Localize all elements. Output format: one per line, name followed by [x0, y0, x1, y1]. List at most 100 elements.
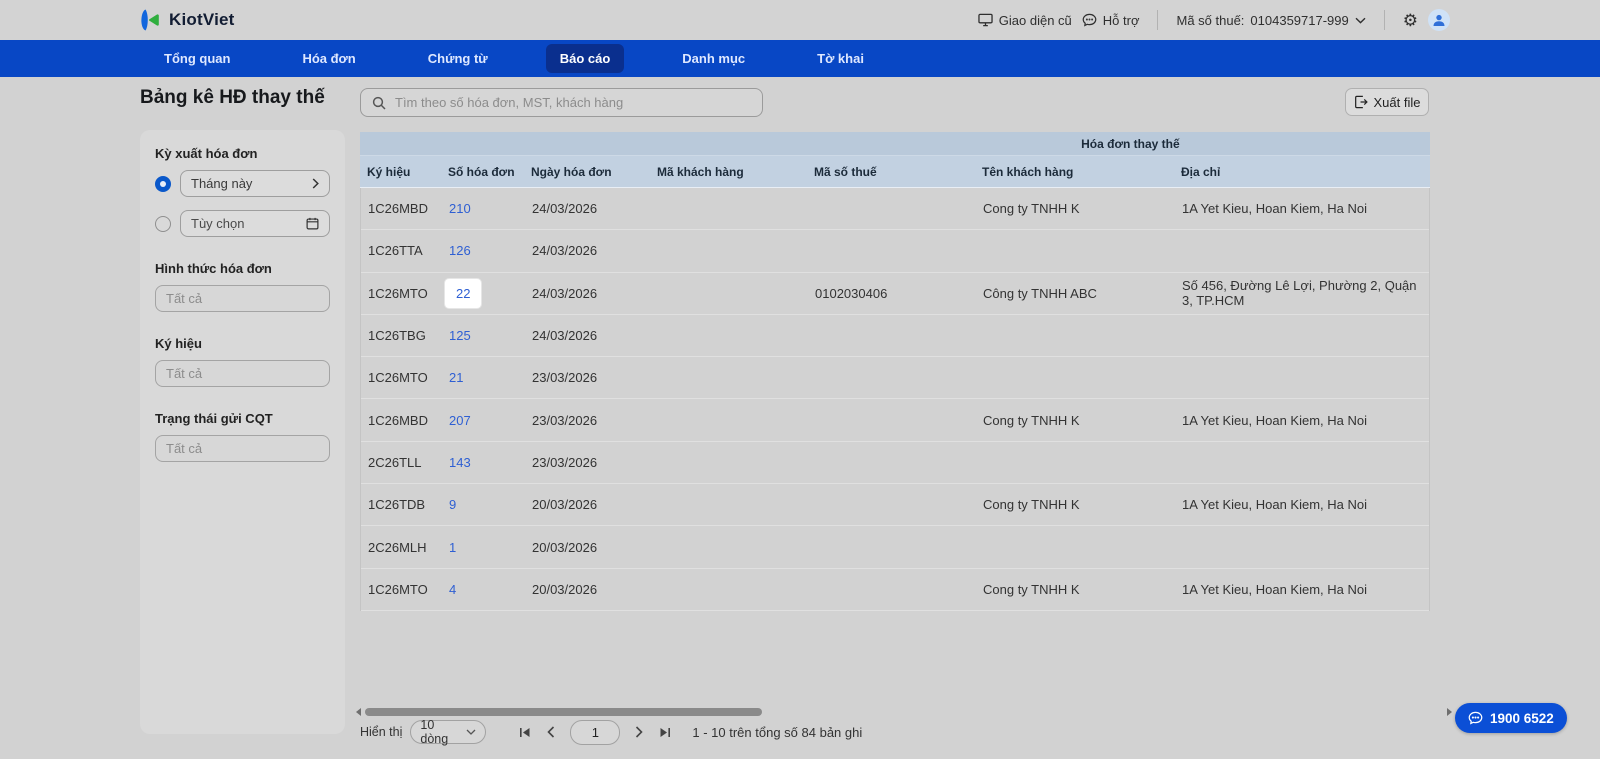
- tax-code-selector[interactable]: Mã số thuế: 0104359717-999: [1176, 13, 1366, 28]
- export-file-button[interactable]: Xuất file: [1345, 88, 1429, 116]
- period-select-this-month[interactable]: Tháng này: [180, 170, 330, 197]
- settings-gear-icon[interactable]: ⚙: [1403, 12, 1418, 29]
- table-row[interactable]: 1C26MBD 210 24/03/2026 Cong ty TNHH K 1A…: [361, 188, 1429, 231]
- search-input[interactable]: Tìm theo số hóa đơn, MST, khách hàng: [360, 88, 763, 117]
- invoice-number-link[interactable]: 125: [449, 328, 471, 343]
- table-row[interactable]: 1C26TTA 126 24/03/2026: [361, 230, 1429, 273]
- cell-dia-chi: [1175, 357, 1429, 398]
- cell-so-hoa-don: 9: [442, 484, 525, 525]
- last-page-button[interactable]: [652, 720, 678, 744]
- invoice-number-link[interactable]: 4: [449, 582, 456, 597]
- cell-ngay-hoa-don: 24/03/2026: [532, 328, 598, 344]
- table-column-headers: Ký hiệu Số hóa đơn Ngày hóa đơn Mã khách…: [360, 156, 1430, 188]
- invoice-number-link[interactable]: 1: [449, 540, 456, 555]
- scroll-right-arrow-icon[interactable]: [1447, 708, 1452, 716]
- cell-ma-so-thue: [808, 315, 976, 356]
- next-page-button[interactable]: [626, 720, 652, 744]
- nav-tab-danh-muc[interactable]: Danh mục: [668, 44, 759, 73]
- cell-ma-so-thue: [808, 526, 976, 567]
- table-row[interactable]: 1C26MBD 207 23/03/2026 Cong ty TNHH K 1A…: [361, 399, 1429, 442]
- cell-ma-so-thue: [808, 569, 976, 610]
- cell-ma-khach-hang: [651, 569, 808, 610]
- invoice-number-link[interactable]: 207: [449, 413, 471, 428]
- cell-ten-khach-hang: Cong ty TNHH K: [983, 412, 1080, 428]
- cell-so-hoa-don: 125: [442, 315, 525, 356]
- table-group-header: Hóa đơn thay thế: [360, 132, 1430, 156]
- nav-tab-to-khai[interactable]: Tờ khai: [803, 44, 878, 73]
- kiotviet-logo-icon: [136, 7, 162, 33]
- cell-ma-khach-hang: [651, 230, 808, 271]
- user-avatar[interactable]: [1428, 9, 1450, 31]
- group-header-label: Hóa đơn thay thế: [1081, 136, 1180, 151]
- cell-ngay-hoa-don: 24/03/2026: [532, 201, 598, 217]
- invoice-number-link[interactable]: 22: [456, 286, 470, 301]
- old-ui-link[interactable]: Giao diện cũ: [978, 13, 1072, 28]
- symbol-select[interactable]: Tất cả: [155, 360, 330, 387]
- cell-ma-khach-hang: [651, 315, 808, 356]
- cell-ma-so-thue: [808, 484, 976, 525]
- scrollbar-thumb[interactable]: [365, 708, 762, 716]
- table-row[interactable]: 2C26TLL 143 23/03/2026: [361, 442, 1429, 485]
- cell-ma-khach-hang: [651, 484, 808, 525]
- horizontal-scrollbar[interactable]: [356, 707, 1452, 717]
- table-row[interactable]: 1C26TDB 9 20/03/2026 Cong ty TNHH K 1A Y…: [361, 484, 1429, 527]
- brand-logo[interactable]: KiotViet: [136, 7, 235, 33]
- table-row[interactable]: 1C26MTO 22 24/03/2026 0102030406 Công ty…: [361, 273, 1429, 315]
- first-page-button[interactable]: [512, 720, 538, 744]
- nav-tab-chung-tu[interactable]: Chứng từ: [414, 44, 502, 73]
- page-size-select[interactable]: 10 dòng: [410, 718, 487, 746]
- cell-dia-chi: [1175, 230, 1429, 271]
- pagination-summary: 1 - 10 trên tổng số 84 bản ghi: [692, 724, 863, 740]
- col-header-ky-hieu: Ký hiệu: [367, 164, 411, 179]
- cell-ngay-hoa-don: 24/03/2026: [532, 285, 598, 301]
- chat-bubble-icon: [1468, 711, 1483, 725]
- invoice-type-value: Tất cả: [166, 291, 203, 306]
- invoice-number-link[interactable]: 9: [449, 497, 456, 512]
- period-select-value: Tháng này: [191, 176, 253, 191]
- invoice-number-link[interactable]: 210: [449, 201, 471, 216]
- cell-so-hoa-don: 210: [442, 188, 525, 229]
- nav-tab-hoa-don[interactable]: Hóa đơn: [288, 44, 369, 73]
- cell-ten-khach-hang: [976, 357, 1175, 398]
- brand-name: KiotViet: [169, 10, 235, 29]
- cell-ten-khach-hang: [976, 442, 1175, 483]
- table-row[interactable]: 2C26MLH 1 20/03/2026: [361, 526, 1429, 569]
- cqt-status-select[interactable]: Tất cả: [155, 435, 330, 462]
- help-label: Hỗ trợ: [1102, 12, 1140, 28]
- cell-ngay-hoa-don: 20/03/2026: [532, 497, 598, 513]
- table-row[interactable]: 1C26MTO 4 20/03/2026 Cong ty TNHH K 1A Y…: [361, 569, 1429, 611]
- col-header-ngay-hoa-don: Ngày hóa đơn: [531, 164, 612, 179]
- scroll-left-arrow-icon[interactable]: [356, 708, 361, 716]
- cell-ky-hieu: 1C26TTA: [368, 243, 423, 259]
- invoice-number-link[interactable]: 126: [449, 243, 471, 258]
- cell-ngay-hoa-don: 20/03/2026: [532, 581, 598, 597]
- search-placeholder: Tìm theo số hóa đơn, MST, khách hàng: [395, 95, 624, 110]
- period-custom-value: Tùy chọn: [191, 216, 245, 231]
- support-hotline-button[interactable]: 1900 6522: [1455, 703, 1567, 733]
- invoice-number-link[interactable]: 21: [449, 370, 463, 385]
- table-row[interactable]: 1C26TBG 125 24/03/2026: [361, 315, 1429, 358]
- chevron-right-icon: [312, 178, 319, 189]
- cell-ky-hieu: 1C26MBD: [368, 201, 428, 217]
- cell-ky-hieu: 2C26MLH: [368, 539, 427, 555]
- cell-dia-chi: Số 456, Đường Lê Lợi, Phường 2, Quận 3, …: [1182, 278, 1417, 309]
- current-page-input[interactable]: 1: [570, 719, 621, 745]
- page-size-label: Hiển thị: [360, 725, 403, 739]
- help-link[interactable]: Hỗ trợ: [1082, 12, 1140, 28]
- cell-ngay-hoa-don: 20/03/2026: [532, 539, 598, 555]
- table-body: 1C26MBD 210 24/03/2026 Cong ty TNHH K 1A…: [360, 188, 1430, 611]
- invoice-type-select[interactable]: Tất cả: [155, 285, 330, 312]
- table-row[interactable]: 1C26MTO 21 23/03/2026: [361, 357, 1429, 400]
- nav-tab-bao-cao[interactable]: Báo cáo: [545, 44, 625, 73]
- period-radio-custom[interactable]: [155, 215, 171, 232]
- calendar-icon: [306, 217, 319, 230]
- invoice-number-link[interactable]: 143: [449, 455, 471, 470]
- nav-tab-tong-quan[interactable]: Tổng quan: [150, 44, 244, 73]
- cell-dia-chi: [1175, 315, 1429, 356]
- period-filter-label: Kỳ xuất hóa đơn: [155, 146, 258, 161]
- period-radio-this-month[interactable]: [155, 175, 171, 192]
- cqt-status-filter-label: Trạng thái gửi CQT: [155, 411, 273, 426]
- previous-page-button[interactable]: [538, 720, 564, 744]
- period-custom-date-input[interactable]: Tùy chọn: [180, 210, 330, 237]
- cell-ma-so-thue: [808, 230, 976, 271]
